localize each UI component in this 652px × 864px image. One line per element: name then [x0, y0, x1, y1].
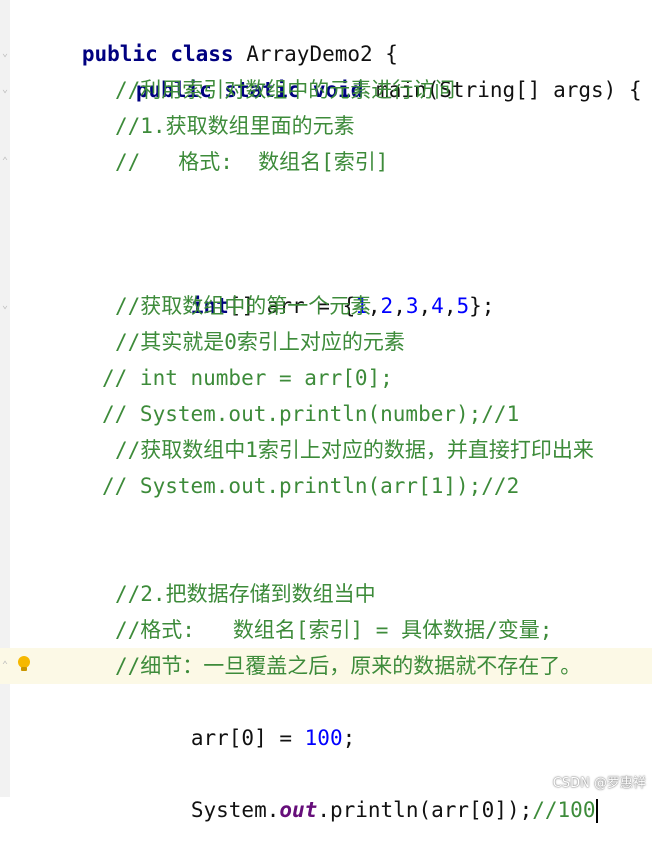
- comment: //获取数组中1索引上对应的数据，并直接打印出来: [115, 438, 594, 462]
- comment: // System.out.println(number);//1: [102, 402, 520, 426]
- lightbulb-icon[interactable]: [18, 656, 30, 672]
- code-line-13[interactable]: //2.把数据存储到数组当中: [0, 576, 652, 612]
- number-literal: 100: [304, 726, 343, 750]
- comment: //利用索引对数组中的元素进行访问: [115, 78, 456, 102]
- static-field: out: [279, 798, 318, 822]
- code-line-4[interactable]: //1.获取数组里面的元素: [0, 108, 652, 144]
- code-line-12[interactable]: // System.out.println(arr[1]);//2: [0, 468, 652, 504]
- fold-marker-icon[interactable]: ⌄: [0, 84, 10, 96]
- watermark: CSDN @罗惠祥: [552, 776, 646, 791]
- code-line-7[interactable]: ⌄ //获取数组中的第一个元素: [0, 288, 652, 324]
- comment: //100: [532, 798, 596, 822]
- code-line-16[interactable]: arr[0] = 100;: [0, 684, 652, 750]
- comment: // System.out.println(arr[1]);//2: [102, 474, 520, 498]
- code-line-11[interactable]: //获取数组中1索引上对应的数据，并直接打印出来: [0, 432, 652, 468]
- code-line-6[interactable]: int[] arr = {1,2,3,4,5};: [0, 252, 652, 318]
- text-caret: [596, 799, 599, 823]
- code-line-3[interactable]: ⌄ //利用索引对数组中的元素进行访问: [0, 72, 652, 108]
- code-line-1[interactable]: public class ArrayDemo2 {: [0, 0, 652, 66]
- comment: //2.把数据存储到数组当中: [115, 582, 376, 606]
- code-editor[interactable]: public class ArrayDemo2 { ⌄ public stati…: [0, 0, 652, 823]
- fold-marker-icon[interactable]: ⌃: [0, 660, 10, 672]
- comment: //细节：一旦覆盖之后，原来的数据就不存在了。: [115, 654, 582, 678]
- code-line-5[interactable]: ⌃ // 格式: 数组名[索引]: [0, 144, 652, 180]
- code-line-10[interactable]: // System.out.println(number);//1: [0, 396, 652, 432]
- comment: // int number = arr[0];: [102, 366, 393, 390]
- code-line-8[interactable]: //其实就是0索引上对应的元素: [0, 324, 652, 360]
- comment: // 格式: 数组名[索引]: [115, 150, 389, 174]
- comment: //获取数组中的第一个元素: [115, 294, 372, 318]
- fold-marker-icon[interactable]: ⌄: [0, 48, 10, 60]
- code-line-14[interactable]: //格式: 数组名[索引] = 具体数据/变量;: [0, 612, 652, 648]
- comment: //格式: 数组名[索引] = 具体数据/变量;: [115, 618, 553, 642]
- comment: //其实就是0索引上对应的元素: [115, 330, 405, 354]
- fold-marker-icon[interactable]: ⌃: [0, 156, 10, 168]
- code-line-2[interactable]: ⌄ public static void main(String[] args)…: [0, 36, 652, 102]
- code-line-9[interactable]: // int number = arr[0];: [0, 360, 652, 396]
- code-line-15[interactable]: ⌃ //细节：一旦覆盖之后，原来的数据就不存在了。: [0, 648, 652, 684]
- comment: //1.获取数组里面的元素: [115, 114, 355, 138]
- fold-marker-icon[interactable]: ⌄: [0, 300, 10, 312]
